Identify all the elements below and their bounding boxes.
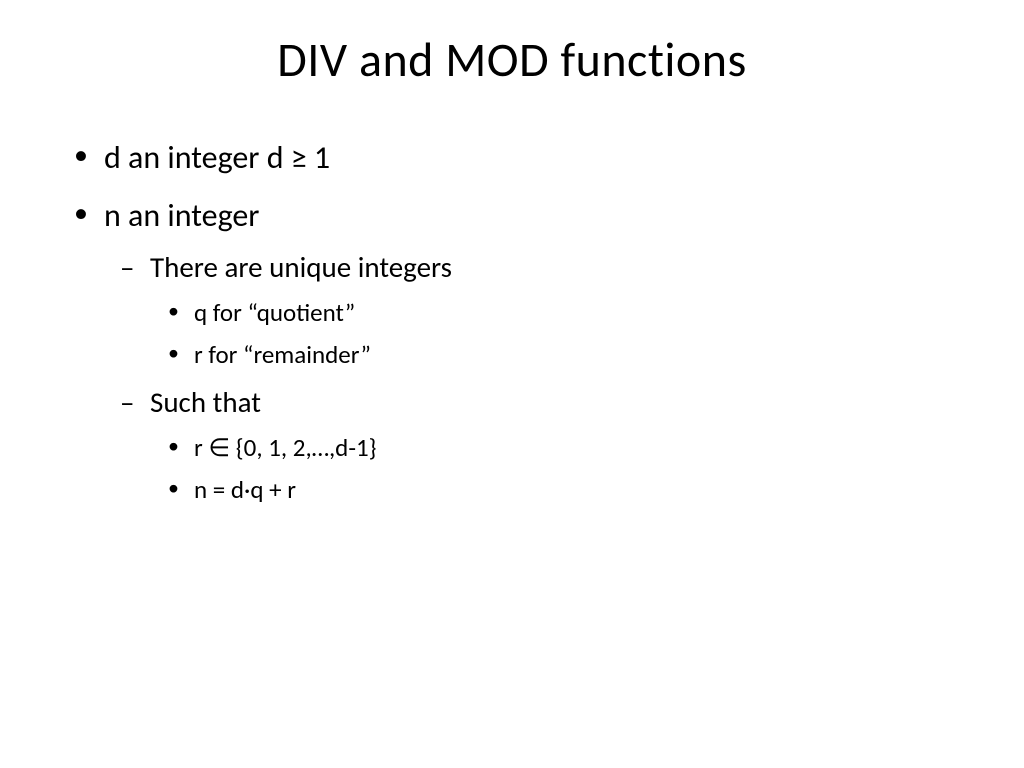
bullet-text: r ∈ {0, 1, 2,…,d-1}	[194, 432, 377, 463]
bullet-subsublist: q for “quotient” r for “remainder”	[150, 294, 964, 376]
bullet-lvl2: There are unique integers q for “quotien…	[104, 246, 964, 375]
bullet-text: d an integer d ≥ 1	[104, 138, 330, 177]
bullet-list: d an integer d ≥ 1 n an integer There ar…	[60, 134, 964, 510]
bullet-sublist: There are unique integers q for “quotien…	[104, 246, 964, 510]
bullet-lvl3: n = d·q + r	[150, 471, 964, 510]
bullet-lvl3: r ∈ {0, 1, 2,…,d-1}	[150, 429, 964, 468]
bullet-lvl3: q for “quotient”	[150, 294, 964, 333]
bullet-text: r for “remainder”	[194, 339, 371, 370]
bullet-text: Such that	[150, 384, 261, 420]
bullet-lvl3: r for “remainder”	[150, 336, 964, 375]
bullet-lvl1: n an integer There are unique integers q…	[60, 192, 964, 510]
bullet-text: q for “quotient”	[194, 297, 355, 328]
bullet-text: n an integer	[104, 196, 259, 235]
bullet-lvl2: Such that r ∈ {0, 1, 2,…,d-1} n = d·q + …	[104, 381, 964, 510]
slide-title: DIV and MOD functions	[60, 30, 964, 89]
bullet-text: There are unique integers	[150, 249, 452, 285]
bullet-text: n = d·q + r	[194, 474, 296, 505]
bullet-lvl1: d an integer d ≥ 1	[60, 134, 964, 182]
bullet-subsublist: r ∈ {0, 1, 2,…,d-1} n = d·q + r	[150, 429, 964, 511]
slide: DIV and MOD functions d an integer d ≥ 1…	[0, 0, 1024, 768]
